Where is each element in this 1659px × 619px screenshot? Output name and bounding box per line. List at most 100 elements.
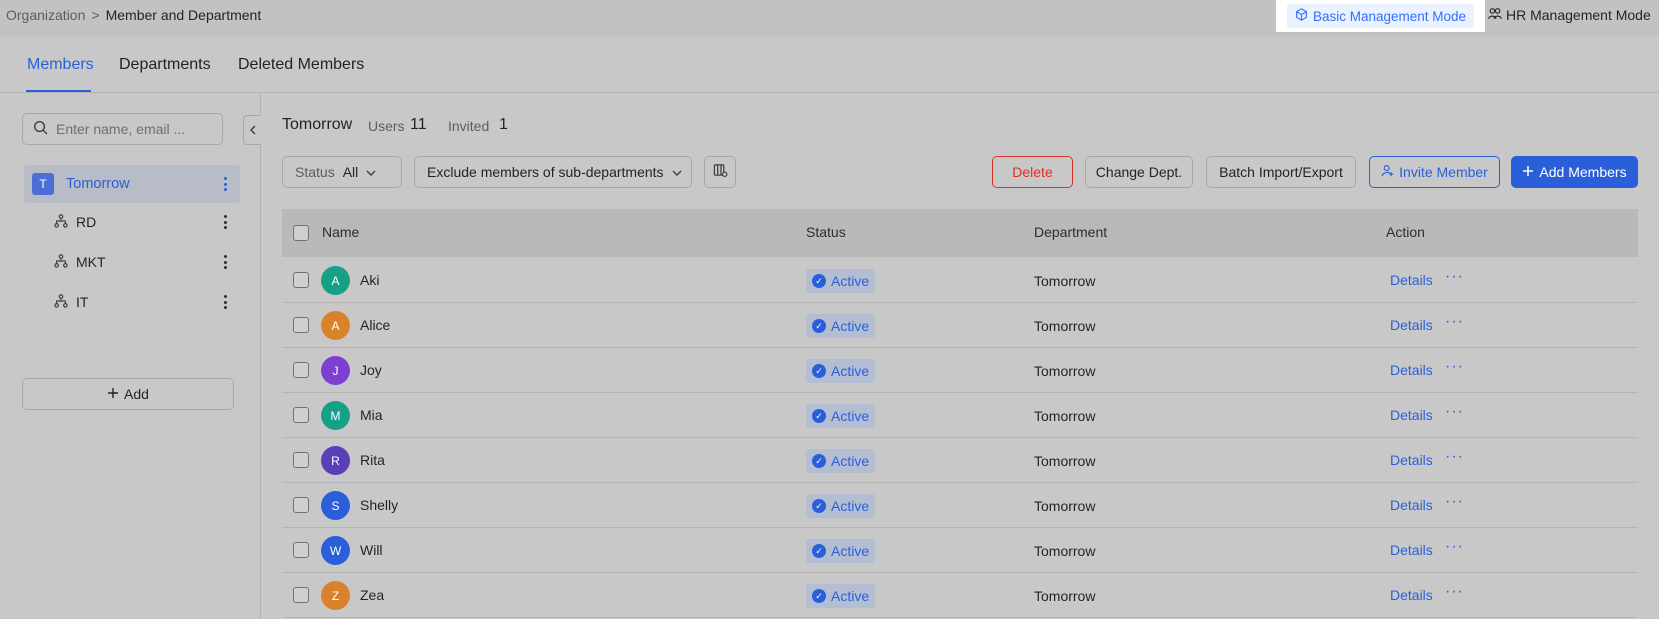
details-link[interactable]: Details [1390, 542, 1433, 558]
status-text: Active [831, 273, 870, 289]
status-text: Active [831, 408, 870, 424]
avatar: A [321, 311, 350, 340]
org-chart-icon [54, 293, 68, 311]
select-all-checkbox[interactable] [293, 225, 309, 241]
tree-item-label: RD [76, 214, 97, 230]
table-row: R Rita ✓ Active Tomorrow Details ··· [282, 438, 1638, 483]
details-link[interactable]: Details [1390, 497, 1433, 513]
batch-import-export-button[interactable]: Batch Import/Export [1206, 156, 1356, 188]
breadcrumb-organization[interactable]: Organization [6, 7, 85, 23]
invited-count: 1 [499, 116, 508, 133]
check-circle-icon: ✓ [812, 409, 826, 423]
details-link[interactable]: Details [1390, 452, 1433, 468]
row-checkbox[interactable] [293, 272, 309, 288]
tab-bar: Members Departments Deleted Members [0, 37, 1659, 93]
users-count: 11 [410, 116, 427, 133]
row-checkbox[interactable] [293, 407, 309, 423]
row-checkbox[interactable] [293, 542, 309, 558]
details-link[interactable]: Details [1390, 272, 1433, 288]
status-filter-select[interactable]: Status All [282, 156, 402, 188]
avatar: Z [321, 581, 350, 610]
member-department: Tomorrow [1034, 363, 1096, 379]
member-search-input[interactable]: Enter name, email ... [22, 113, 223, 145]
tab-departments[interactable]: Departments [119, 56, 211, 74]
table-row: W Will ✓ Active Tomorrow Details ··· [282, 528, 1638, 573]
breadcrumb-current: Member and Department [105, 7, 262, 23]
plus-icon [1522, 164, 1534, 180]
more-horizontal-icon[interactable]: ··· [1445, 538, 1464, 556]
row-checkbox[interactable] [293, 362, 309, 378]
more-horizontal-icon[interactable]: ··· [1445, 313, 1464, 331]
details-link[interactable]: Details [1390, 317, 1433, 333]
row-checkbox[interactable] [293, 452, 309, 468]
main-panel: Members Departments Deleted Members Ente… [0, 37, 1659, 619]
table-row: A Alice ✓ Active Tomorrow Details ··· [282, 303, 1638, 348]
invite-member-button[interactable]: Invite Member [1369, 156, 1500, 188]
tab-deleted-members[interactable]: Deleted Members [238, 56, 364, 74]
member-department: Tomorrow [1034, 453, 1096, 469]
top-bar: Organization > Member and Department Bas… [0, 0, 1659, 37]
member-name: Mia [360, 407, 383, 423]
column-header-status: Status [806, 224, 846, 240]
breadcrumb-separator: > [91, 7, 100, 23]
more-horizontal-icon[interactable]: ··· [1445, 358, 1464, 376]
hr-mode-button[interactable]: HR Management Mode [1488, 7, 1651, 23]
check-circle-icon: ✓ [812, 274, 826, 288]
add-department-button[interactable]: Add [22, 378, 234, 410]
users-label: Users [368, 118, 405, 134]
more-vertical-icon[interactable] [218, 212, 232, 232]
row-checkbox[interactable] [293, 587, 309, 603]
department-avatar: T [32, 173, 54, 195]
tab-members[interactable]: Members [27, 56, 94, 74]
breadcrumb: Organization > Member and Department [6, 7, 261, 23]
more-horizontal-icon[interactable]: ··· [1445, 403, 1464, 421]
more-horizontal-icon[interactable]: ··· [1445, 493, 1464, 511]
table-row: S Shelly ✓ Active Tomorrow Details ··· [282, 483, 1638, 528]
more-vertical-icon[interactable] [218, 252, 232, 272]
more-vertical-icon[interactable] [218, 174, 232, 194]
department-sidebar: Enter name, email ... T Tomorrow RD MKT [0, 94, 261, 619]
delete-button[interactable]: Delete [992, 156, 1073, 188]
member-name: Aki [360, 272, 380, 288]
avatar: R [321, 446, 350, 475]
department-title: Tomorrow [282, 116, 353, 133]
status-badge: ✓ Active [806, 314, 876, 338]
column-settings-button[interactable] [704, 156, 736, 188]
member-name: Zea [360, 587, 385, 603]
column-header-department: Department [1034, 224, 1108, 240]
details-link[interactable]: Details [1390, 587, 1433, 603]
member-name: Rita [360, 452, 385, 468]
row-checkbox[interactable] [293, 497, 309, 513]
avatar: J [321, 356, 350, 385]
member-name: Will [360, 542, 383, 558]
change-dept-button[interactable]: Change Dept. [1085, 156, 1193, 188]
basic-mode-button[interactable]: Basic Management Mode [1276, 0, 1485, 32]
tree-root-tomorrow[interactable]: T Tomorrow [24, 165, 240, 203]
column-header-action: Action [1386, 224, 1425, 240]
details-link[interactable]: Details [1390, 362, 1433, 378]
tree-item-it[interactable]: IT [24, 284, 240, 320]
more-horizontal-icon[interactable]: ··· [1445, 268, 1464, 286]
row-checkbox[interactable] [293, 317, 309, 333]
more-horizontal-icon[interactable]: ··· [1445, 448, 1464, 466]
add-members-button[interactable]: Add Members [1511, 156, 1638, 188]
status-badge: ✓ Active [806, 359, 876, 383]
tree-item-label: MKT [76, 254, 106, 270]
chevron-left-icon [249, 122, 257, 138]
org-chart-icon [54, 253, 68, 271]
details-link[interactable]: Details [1390, 407, 1433, 423]
more-horizontal-icon[interactable]: ··· [1445, 583, 1464, 601]
member-department: Tomorrow [1034, 273, 1096, 289]
tree-item-rd[interactable]: RD [24, 204, 240, 240]
tree-item-mkt[interactable]: MKT [24, 244, 240, 280]
search-placeholder: Enter name, email ... [56, 121, 186, 137]
collapse-sidebar-button[interactable] [243, 115, 261, 145]
status-badge: ✓ Active [806, 494, 876, 518]
member-name: Shelly [360, 497, 399, 513]
status-text: Active [831, 543, 870, 559]
more-vertical-icon[interactable] [218, 292, 232, 312]
subdepartment-scope-select[interactable]: Exclude members of sub-departments [414, 156, 692, 188]
member-department: Tomorrow [1034, 588, 1096, 604]
table-row: J Joy ✓ Active Tomorrow Details ··· [282, 348, 1638, 393]
check-circle-icon: ✓ [812, 499, 826, 513]
